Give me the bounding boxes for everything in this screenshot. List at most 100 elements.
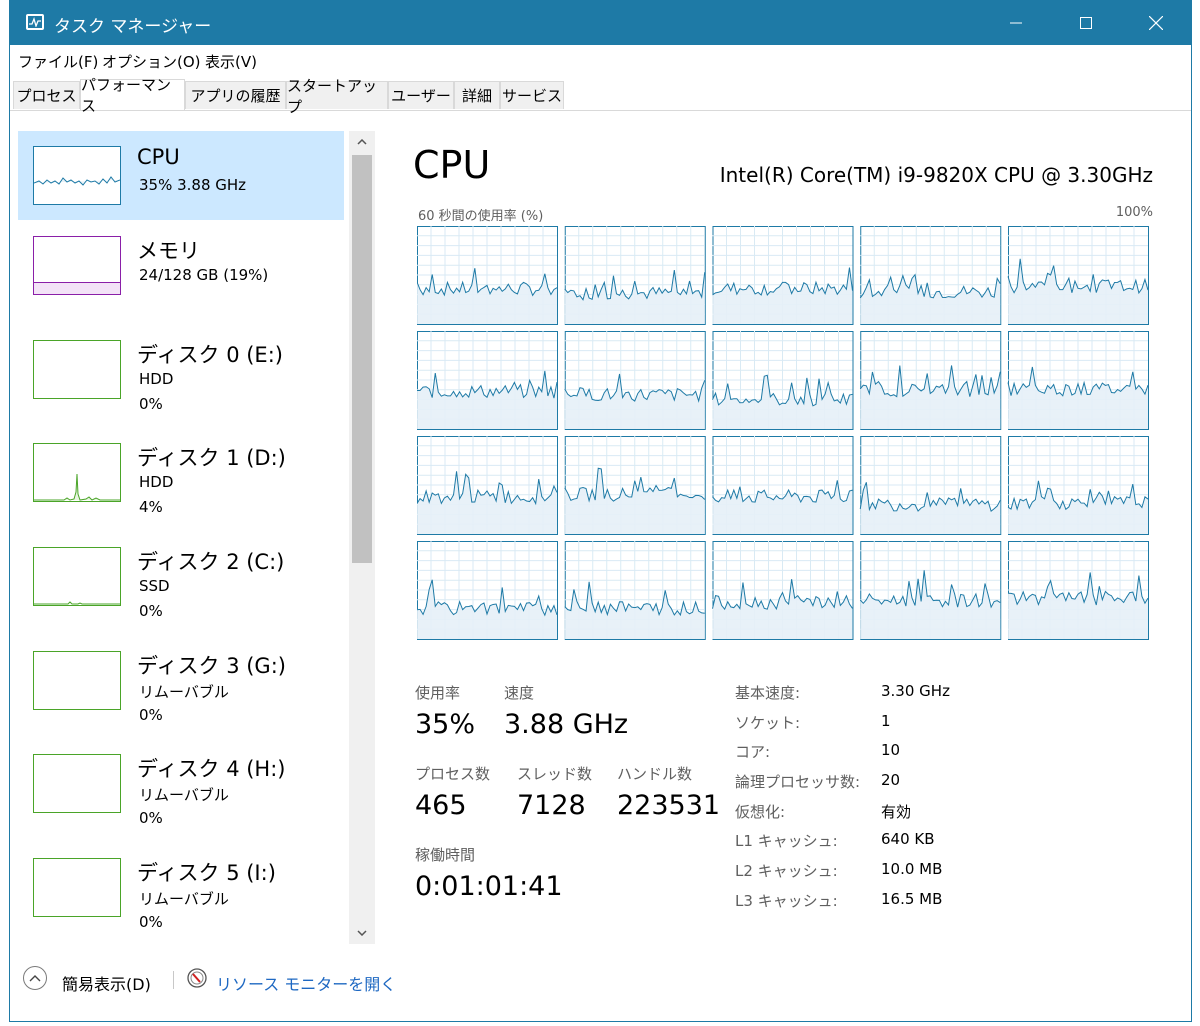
uptime-label: 稼働時間: [415, 846, 476, 864]
logical-processor-graph: [712, 436, 854, 535]
usage-value: 35%: [415, 709, 476, 740]
menu-options[interactable]: オプション(O): [102, 51, 201, 72]
logical-processor-graph: [564, 331, 706, 430]
close-button[interactable]: [1121, 1, 1191, 45]
sidebar-scrollbar[interactable]: [349, 131, 375, 944]
sidebar-item-title: ディスク 0 (E:): [137, 343, 283, 367]
sidebar-item-disk-4[interactable]: ディスク 4 (H:) リムーバブル 0%: [18, 739, 344, 828]
scroll-down-button[interactable]: [349, 922, 375, 944]
disk-mini-graph-line: [34, 473, 120, 501]
tab-app-history[interactable]: アプリの履歴: [185, 81, 286, 109]
sidebar-item-title: ディスク 2 (C:): [137, 550, 285, 574]
maximize-icon: [1080, 17, 1092, 29]
scrollbar-thumb[interactable]: [352, 155, 372, 563]
logical-processor-graph: [712, 331, 854, 430]
base-speed-label: 基本速度:: [735, 684, 801, 702]
l3-cache-label: L3 キャッシュ:: [735, 892, 838, 910]
logical-processor-graph: [1007, 226, 1149, 325]
uptime-value: 0:01:01:41: [415, 871, 563, 902]
sockets-value: 1: [881, 712, 891, 730]
logical-processor-graph: [859, 226, 1002, 325]
minimize-icon: [1010, 22, 1022, 24]
disk-mini-graph: [33, 858, 121, 917]
memory-mini-graph: [33, 236, 121, 295]
handle-count-value: 223531: [617, 790, 721, 821]
l2-cache-label: L2 キャッシュ:: [735, 862, 838, 880]
thread-count-value: 7128: [517, 790, 586, 821]
base-speed-value: 3.30 GHz: [881, 682, 950, 700]
disk-mini-graph: [33, 754, 121, 813]
sidebar-item-disk-5[interactable]: ディスク 5 (I:) リムーバブル 0%: [18, 843, 344, 932]
sidebar-item-title: メモリ: [137, 239, 200, 263]
sidebar-item-disk-2[interactable]: ディスク 2 (C:) SSD 0%: [18, 532, 344, 621]
footer-divider: [173, 971, 174, 989]
sidebar-item-cpu[interactable]: CPU 35% 3.88 GHz: [18, 131, 344, 220]
scroll-up-button[interactable]: [349, 131, 375, 153]
tab-strip: プロセス パフォーマンス アプリの履歴 スタートアップ ユーザー 詳細 サービス: [10, 76, 1191, 116]
sidebar-item-usage: 0%: [139, 706, 163, 724]
logical-processor-graph: [1007, 331, 1149, 430]
tab-services[interactable]: サービス: [500, 81, 564, 109]
sidebar-item-title: ディスク 5 (I:): [137, 861, 276, 885]
sidebar-item-type: HDD: [139, 473, 174, 491]
tab-performance[interactable]: パフォーマンス: [80, 76, 185, 115]
logical-processor-graph: [564, 541, 706, 640]
minimize-button[interactable]: [981, 1, 1051, 45]
chevron-down-icon: [357, 930, 367, 936]
thread-count-label: スレッド数: [517, 765, 593, 783]
usage-label: 使用率: [415, 684, 461, 702]
l3-cache-value: 16.5 MB: [881, 890, 943, 908]
virtualization-label: 仮想化:: [735, 803, 786, 821]
logical-processor-graph: [417, 226, 558, 325]
sidebar-item-usage: 0%: [139, 809, 163, 827]
close-icon: [1149, 16, 1163, 30]
logical-processor-graph: [712, 541, 854, 640]
sidebar-item-usage: 0%: [139, 602, 163, 620]
graph-max-label: 100%: [1115, 205, 1153, 220]
logical-processor-graph: [859, 541, 1002, 640]
sidebar-item-detail: 35% 3.88 GHz: [139, 176, 247, 194]
logical-processor-graph: [417, 541, 558, 640]
graph-caption: 60 秒間の使用率 (%): [418, 209, 544, 224]
sockets-label: ソケット:: [735, 714, 801, 732]
menu-file[interactable]: ファイル(F): [18, 51, 98, 72]
sidebar-item-disk-1[interactable]: ディスク 1 (D:) HDD 4%: [18, 428, 344, 517]
tab-processes[interactable]: プロセス: [13, 81, 80, 109]
chevron-up-icon: [29, 974, 41, 981]
fewer-details-link[interactable]: 簡易表示(D): [62, 971, 151, 995]
task-manager-window: タスク マネージャー ファイル(F) オプション(O) 表示(V) プロセス パ…: [9, 0, 1192, 1022]
logical-processors-label: 論理プロセッサ数:: [735, 773, 861, 791]
sidebar-item-memory[interactable]: メモリ 24/128 GB (19%): [18, 221, 344, 310]
title-bar[interactable]: タスク マネージャー: [10, 1, 1191, 45]
speed-label: 速度: [504, 684, 535, 702]
logical-processor-graph: [417, 436, 558, 535]
logical-processor-graph: [712, 226, 854, 325]
task-manager-app-icon: [26, 14, 44, 30]
logical-processor-graph: [859, 331, 1002, 430]
sidebar-item-title: ディスク 3 (G:): [137, 654, 286, 678]
cpu-mini-graph-line: [33, 176, 121, 186]
logical-processor-graph: [564, 226, 706, 325]
menu-view[interactable]: 表示(V): [205, 51, 257, 72]
sidebar-item-title: ディスク 1 (D:): [137, 446, 286, 470]
maximize-button[interactable]: [1051, 1, 1121, 45]
logical-processors-value: 20: [881, 771, 901, 789]
fewer-details-button[interactable]: [23, 966, 47, 990]
footer-bar: 簡易表示(D) リソース モニターを開く: [10, 951, 1191, 1011]
disk-mini-graph: [33, 547, 121, 606]
logical-processor-graphs: [417, 226, 1149, 640]
open-resource-monitor-link[interactable]: リソース モニターを開く: [216, 971, 396, 995]
sidebar-item-usage: 4%: [139, 498, 163, 516]
sidebar-item-disk-3[interactable]: ディスク 3 (G:) リムーバブル 0%: [18, 636, 344, 725]
tab-details[interactable]: 詳細: [454, 81, 500, 109]
chevron-up-icon: [357, 139, 367, 145]
disk-mini-graph-line: [34, 601, 120, 605]
tab-startup[interactable]: スタートアップ: [286, 77, 388, 116]
logical-processor-graph: [1007, 436, 1149, 535]
tab-users[interactable]: ユーザー: [388, 81, 454, 109]
menu-bar: ファイル(F) オプション(O) 表示(V): [10, 45, 1191, 75]
sidebar-item-type: HDD: [139, 370, 174, 388]
sidebar-item-disk-0[interactable]: ディスク 0 (E:) HDD 0%: [18, 325, 344, 414]
resource-sidebar: CPU 35% 3.88 GHz メモリ 24/128 GB (19%) ディス…: [10, 121, 378, 944]
logical-processor-graph: [1007, 541, 1149, 640]
